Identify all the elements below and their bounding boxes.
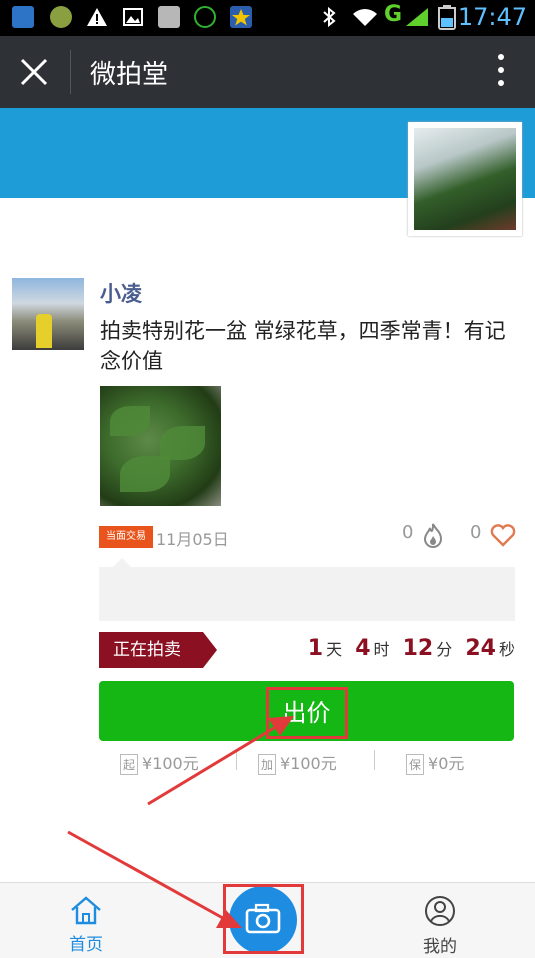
bluetooth-icon — [323, 6, 336, 28]
hours-unit: 时 — [373, 640, 390, 659]
news-icon — [12, 6, 34, 28]
shop-avatar[interactable] — [408, 122, 522, 236]
page-title: 微拍堂 — [90, 60, 169, 90]
post-description: 拍卖特别花一盆 常绿花草，四季常青！有记念价值 — [100, 319, 506, 373]
countdown-hours: 4 — [355, 636, 371, 661]
bid-button-label: 出价 — [265, 687, 348, 739]
highlight-frame-camera — [223, 884, 304, 954]
status-bar: G 17:47 — [0, 0, 535, 36]
flame-icon[interactable] — [422, 522, 444, 548]
clock: 17:47 — [457, 3, 527, 31]
price-info: 起 ¥100元 加 ¥100元 保 ¥0元 — [120, 748, 520, 775]
tab-me-label: 我的 — [423, 937, 457, 957]
post-photo[interactable] — [100, 386, 221, 506]
increment-tag: 加 — [258, 754, 277, 775]
auction-status-badge: 正在拍卖 — [99, 632, 217, 668]
game-icon — [158, 6, 180, 28]
header-divider — [70, 50, 71, 94]
username[interactable]: 小凌 — [100, 278, 142, 308]
increment-price-value: ¥100元 — [280, 754, 337, 773]
tab-home[interactable]: 首页 — [60, 895, 112, 955]
plant-photo-icon — [414, 128, 516, 230]
start-tag: 起 — [120, 754, 139, 775]
user-avatar[interactable] — [12, 278, 84, 350]
hot-count: 0 — [402, 522, 414, 543]
bid-button[interactable]: 出价 — [99, 681, 514, 741]
home-icon — [71, 896, 101, 925]
wifi-icon — [353, 9, 377, 26]
comment-area — [99, 558, 515, 621]
post-date: 11月05日 — [156, 530, 229, 549]
wechat-icon — [194, 6, 216, 28]
divider — [236, 750, 237, 770]
seconds-unit: 秒 — [498, 640, 515, 659]
start-price-value: ¥100元 — [142, 754, 199, 773]
days-unit: 天 — [326, 640, 343, 659]
like-count: 0 — [470, 522, 482, 543]
user-icon — [425, 896, 455, 926]
countdown-seconds: 24 — [465, 636, 496, 661]
more-menu-icon[interactable] — [497, 54, 505, 90]
close-icon[interactable] — [18, 56, 50, 88]
countdown-timer: 1天 4时 12 分 24 秒 — [300, 636, 515, 661]
increment-price: 加 ¥100元 — [258, 750, 337, 775]
app-header: 微拍堂 — [0, 36, 535, 108]
signal-g-icon: G — [384, 2, 403, 27]
trade-tag: 当面交易 — [99, 526, 153, 548]
deposit-tag: 保 — [406, 754, 425, 775]
warning-icon — [87, 8, 107, 26]
image-icon — [123, 8, 143, 26]
countdown-minutes: 12 — [402, 636, 434, 661]
deposit-price-value: ¥0元 — [428, 754, 465, 773]
start-price: 起 ¥100元 — [120, 750, 199, 775]
divider — [374, 750, 375, 770]
star-icon — [230, 6, 252, 28]
signal-bars-icon — [406, 8, 428, 26]
battery-icon — [438, 5, 456, 30]
tab-me[interactable]: 我的 — [414, 895, 466, 957]
tab-home-label: 首页 — [69, 935, 103, 955]
minutes-unit: 分 — [436, 640, 453, 659]
heart-icon[interactable] — [490, 523, 516, 547]
app-icon — [50, 6, 72, 28]
deposit-price: 保 ¥0元 — [406, 750, 464, 775]
countdown-days: 1 — [307, 636, 324, 661]
